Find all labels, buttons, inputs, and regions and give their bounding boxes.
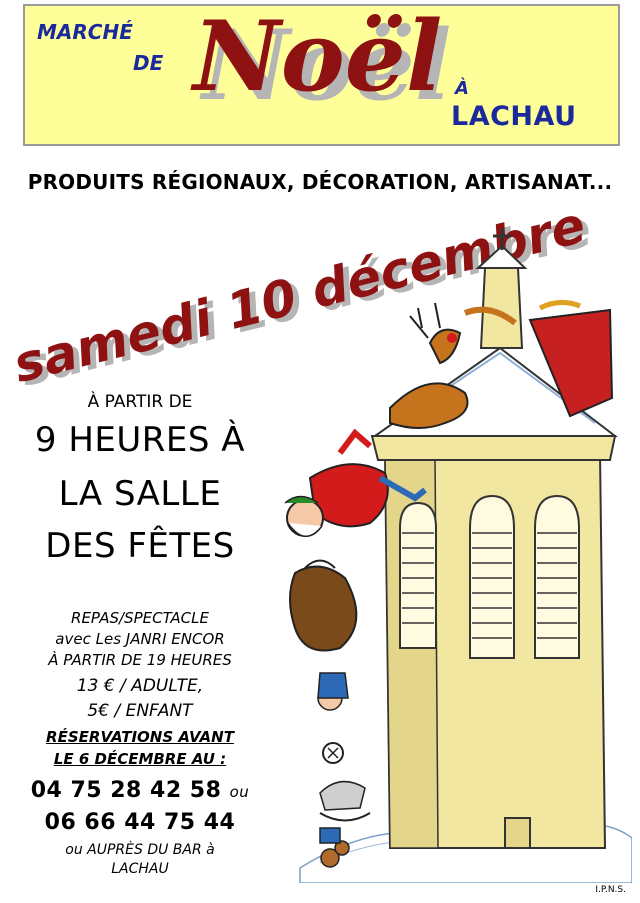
bar-line-1: ou AUPRÈS DU BAR à	[65, 842, 215, 858]
banner-a-text: À	[455, 78, 469, 99]
event-line-3: À PARTIR DE 19 HEURES	[48, 651, 232, 669]
phone-or: ou	[229, 783, 250, 801]
price-adult: 13 € / ADULTE,	[76, 676, 204, 696]
price-child: 5€ / ENFANT	[87, 701, 193, 721]
event-line-1: REPAS/SPECTACLE	[71, 609, 209, 627]
title-banner: MARCHÉ DE Noël À LACHAU	[23, 4, 620, 146]
phone-line-1: 04 75 28 42 58 ou	[0, 778, 280, 803]
products-subtitle: PRODUITS RÉGIONAUX, DÉCORATION, ARTISANA…	[27, 170, 613, 194]
ipns-credit: I.P.N.S.	[595, 885, 626, 895]
time-line-3: DES FÊTES	[45, 526, 235, 566]
time-line-2: LA SALLE	[58, 474, 222, 514]
banner-marche-text: MARCHÉ	[37, 20, 133, 44]
church-tower-illustration	[284, 228, 632, 883]
reservation-line-1: RÉSERVATIONS AVANT	[46, 728, 234, 746]
time-line-1: 9 HEURES À	[34, 420, 246, 460]
banner-lachau-text: LACHAU	[451, 101, 577, 132]
event-line-2: avec Les JANRI ENCOR	[55, 630, 225, 648]
bar-line-2: LACHAU	[111, 861, 169, 877]
time-intro: À PARTIR DE	[87, 392, 193, 412]
phone-number-1: 04 75 28 42 58	[30, 778, 222, 803]
banner-de-text: DE	[133, 51, 164, 75]
reservation-line-2: LE 6 DÉCEMBRE AU :	[53, 750, 227, 768]
phone-number-2: 06 66 44 75 44	[44, 810, 236, 835]
banner-noel-title: Noël	[193, 0, 443, 113]
